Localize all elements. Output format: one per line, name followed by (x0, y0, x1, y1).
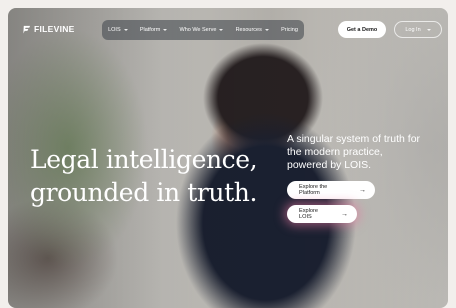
arrow-right-icon: → (341, 210, 348, 218)
chevron-down-icon (264, 29, 269, 31)
main-menu: LOIS Platform Who We Serve Resources Pri… (102, 20, 304, 40)
menu-item-label: LOIS (108, 27, 121, 33)
headline-line-2: grounded in truth. (30, 178, 257, 207)
get-demo-button[interactable]: Get a Demo (338, 21, 386, 38)
top-nav: FILEVINE LOIS Platform Who We Serve Reso… (16, 20, 442, 40)
menu-item-label: Who We Serve (179, 27, 217, 33)
headline-line-1: Legal intelligence, (30, 145, 258, 174)
menu-item-label: Resources (235, 27, 262, 33)
login-button[interactable]: Log In (394, 21, 442, 38)
explore-lois-button[interactable]: Explore LOIS → (287, 205, 357, 223)
hero-headline: Legal intelligence, grounded in truth. (30, 143, 258, 209)
chevron-down-icon (426, 28, 431, 31)
hero-background-photo: FILEVINE LOIS Platform Who We Serve Reso… (8, 8, 448, 308)
menu-item-label: Platform (139, 27, 161, 33)
explore-platform-button[interactable]: Explore the Platform → (287, 181, 375, 199)
brand-logo[interactable]: FILEVINE (22, 24, 75, 34)
button-label: Explore LOIS (299, 208, 318, 220)
hero-tagline: A singular system of truth for the moder… (287, 133, 421, 171)
button-label: Explore the Platform (299, 184, 328, 196)
chevron-down-icon (219, 29, 224, 31)
menu-item-who-we-serve[interactable]: Who We Serve (180, 27, 224, 33)
chevron-down-icon (123, 29, 128, 31)
arrow-right-icon: → (359, 186, 366, 194)
menu-item-label: Pricing (281, 27, 298, 33)
filevine-logo-icon (23, 25, 31, 34)
chevron-down-icon (163, 29, 168, 31)
menu-item-resources[interactable]: Resources (236, 27, 269, 33)
login-label: Log In (405, 26, 421, 33)
menu-item-lois[interactable]: LOIS (108, 27, 128, 33)
menu-item-platform[interactable]: Platform (139, 27, 168, 33)
brand-name: FILEVINE (34, 24, 75, 34)
menu-item-pricing[interactable]: Pricing (281, 27, 298, 33)
